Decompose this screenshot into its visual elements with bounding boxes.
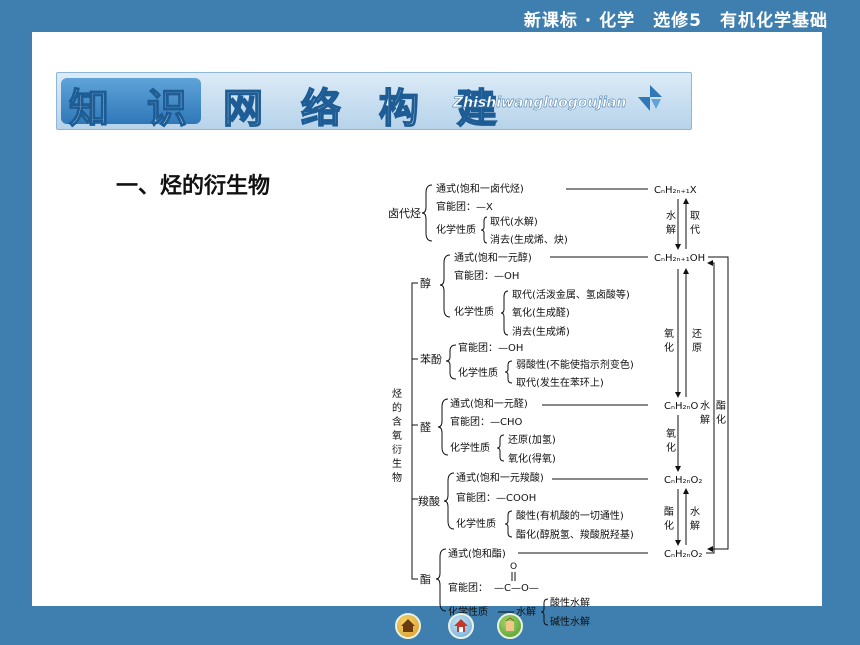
label-outer-hyd-1: 水 — [700, 400, 710, 412]
haloalkane-prop-1: 消去(生成烯、炔) — [490, 233, 568, 246]
alcohol-formula: 通式(饱和一元醇) — [454, 251, 532, 264]
haloalkane-props-brace — [480, 216, 488, 244]
alcohol-product: CₙH₂ₙ₊₁OH — [654, 253, 705, 264]
label-outer-hyd-2: 解 — [700, 413, 710, 426]
banner-subtitle: Zhishiwangluogoujian — [453, 95, 627, 111]
ester-name: 酯 — [420, 573, 431, 586]
alcohol-prop-1: 氧化(生成醛) — [512, 306, 570, 319]
bottom-bar — [0, 606, 860, 645]
phenol-group: 官能团：—OH — [458, 341, 523, 354]
label-water-1: 水 — [666, 210, 676, 222]
alcohol-prop-0: 取代(活泼金属、氢卤酸等) — [512, 288, 630, 301]
label-outer-est-1: 酯 — [716, 400, 726, 412]
banner-title-part1: 知 识 — [68, 85, 199, 133]
hand-icon — [505, 617, 515, 631]
acid-props-label: 化学性质 — [456, 517, 496, 530]
aldehyde-formula: 通式(饱和一元醛) — [450, 397, 528, 410]
ester-product: CₙH₂ₙO₂ — [664, 549, 702, 560]
root-label-0: 烃 — [392, 387, 402, 400]
acid-name: 羧酸 — [418, 494, 440, 508]
next-button[interactable] — [497, 613, 523, 639]
phenol-brace — [445, 344, 457, 380]
ester-brace — [435, 548, 447, 612]
label-ox2-2: 化 — [666, 441, 676, 454]
haloalkane-group: 官能团：—X — [436, 200, 493, 213]
alcohol-props-label: 化学性质 — [454, 305, 494, 318]
aldehyde-name: 醛 — [420, 420, 431, 434]
home-button[interactable] — [395, 613, 421, 639]
aldehyde-product: CₙH₂ₙO — [664, 401, 698, 412]
label-sub-1: 取 — [690, 210, 700, 222]
haloalkane-props-label: 化学性质 — [436, 223, 476, 236]
alcohol-brace — [439, 254, 451, 318]
haloalkane-name: 卤代烃 — [388, 207, 421, 220]
haloalkane-formula: 通式(饱和一卤代烃) — [436, 182, 524, 195]
acid-prop-0: 酸性(有机酸的一切通性) — [516, 509, 624, 522]
root-label-5: 生 — [392, 457, 402, 470]
root-label-1: 的 — [392, 401, 402, 414]
aldehyde-prop-1: 氧化(得氧) — [508, 452, 556, 465]
label-red-1: 还 — [692, 328, 702, 340]
root-label-3: 氧 — [392, 429, 402, 442]
phenol-props-label: 化学性质 — [458, 366, 498, 379]
organic-derivatives-diagram: 卤代烃 通式(饱和一卤代烃) 官能团：—X 化学性质 取代(水解) 消去(生成烯… — [388, 182, 729, 628]
label-ox-1: 氧 — [664, 327, 674, 340]
alcohol-name: 醇 — [420, 276, 431, 290]
acid-formula: 通式(饱和一元羧酸) — [456, 471, 544, 484]
acid-prop-1: 酯化(醇脱氢、羧酸脱羟基) — [516, 528, 634, 541]
phenol-name: 苯酚 — [420, 352, 442, 366]
ester-group-chain: —C—O— — [494, 583, 539, 594]
root-label-2: 含 — [392, 415, 402, 428]
phenol-props-brace — [504, 360, 513, 384]
root-label-4: 衍 — [392, 443, 402, 456]
menu-button[interactable] — [448, 613, 474, 639]
acid-props-brace — [504, 510, 513, 538]
acid-product: CₙH₂ₙO₂ — [664, 475, 702, 486]
slide-content: 知 识 网 络 构 建 Zhishiwangluogoujian 一、烃的衍生物… — [32, 32, 822, 628]
label-outer-est-2: 化 — [716, 413, 726, 426]
house-menu-icon — [454, 619, 468, 632]
ester-formula: 通式(饱和酯) — [448, 547, 506, 560]
label-ox2-1: 氧 — [666, 427, 676, 440]
label-sub-2: 代 — [690, 224, 700, 236]
alcohol-props-brace — [500, 290, 509, 336]
label-red-2: 原 — [692, 342, 702, 354]
label-water-2: 解 — [666, 223, 676, 236]
aldehyde-group: 官能团：—CHO — [450, 415, 523, 428]
root-label-6: 物 — [392, 471, 402, 484]
label-est-2: 化 — [664, 519, 674, 532]
label-hyd-2: 解 — [690, 519, 700, 532]
section-banner: 知 识 网 络 构 建 Zhishiwangluogoujian — [56, 72, 692, 133]
aldehyde-props-brace — [496, 434, 505, 462]
alcohol-group: 官能团：—OH — [454, 269, 519, 282]
ester-group-oxygen: O — [510, 562, 517, 572]
acid-brace — [443, 472, 455, 530]
haloalkane-prop-0: 取代(水解) — [490, 215, 538, 228]
house-icon — [401, 619, 415, 632]
phenol-prop-0: 弱酸性(不能使指示剂变色) — [516, 358, 634, 371]
label-ox-2: 化 — [664, 341, 674, 354]
alcohol-prop-2: 消去(生成烯) — [512, 325, 570, 338]
acid-group: 官能团：—COOH — [456, 491, 536, 504]
aldehyde-brace — [437, 398, 449, 456]
top-bar: 新课标 · 化学 选修5 有机化学基础 — [0, 0, 860, 32]
label-est-1: 酯 — [664, 506, 674, 518]
section-title: 一、烃的衍生物 — [116, 174, 271, 199]
aldehyde-props-label: 化学性质 — [450, 441, 490, 454]
haloalkane-product: CₙH₂ₙ₊₁X — [654, 185, 697, 196]
header-title: 新课标 · 化学 选修5 有机化学基础 — [523, 11, 828, 31]
phenol-prop-1: 取代(发生在苯环上) — [516, 376, 604, 389]
aldehyde-prop-0: 还原(加氢) — [508, 433, 556, 446]
diamond-logo-icon — [638, 85, 662, 111]
label-hyd-1: 水 — [690, 506, 700, 518]
ester-group-label: 官能团： — [448, 581, 488, 594]
root-brace — [411, 282, 418, 580]
haloalkane-brace — [421, 184, 433, 242]
